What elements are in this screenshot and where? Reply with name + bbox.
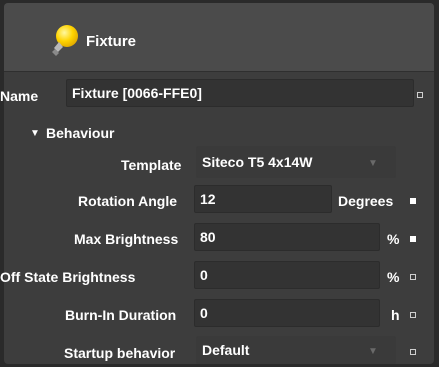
header-divider bbox=[4, 71, 434, 72]
burn-in-duration-input[interactable]: 0 bbox=[194, 299, 380, 327]
off-state-brightness-label: Off State Brightness bbox=[0, 269, 136, 285]
rotation-angle-label: Rotation Angle bbox=[78, 193, 178, 209]
rotation-angle-input[interactable]: 12 bbox=[194, 185, 332, 213]
startup-behavior-select[interactable]: Default bbox=[196, 336, 396, 364]
rotation-angle-keyframe-marker[interactable] bbox=[410, 198, 416, 204]
max-brightness-keyframe-marker[interactable] bbox=[410, 236, 416, 242]
collapse-triangle-icon[interactable]: ▼ bbox=[30, 128, 40, 139]
name-input[interactable]: Fixture [0066-FFE0] bbox=[66, 79, 414, 107]
template-dropdown-icon: ▼ bbox=[368, 158, 378, 169]
rotation-angle-unit: Degrees bbox=[338, 193, 394, 209]
off-state-brightness-unit: % bbox=[387, 269, 400, 285]
lightbulb-icon bbox=[52, 25, 78, 56]
behaviour-section-toggle[interactable]: Behaviour bbox=[46, 125, 114, 141]
name-label: Name bbox=[0, 88, 39, 104]
burn-in-duration-label: Burn-In Duration bbox=[65, 307, 177, 323]
name-keyframe-marker[interactable] bbox=[417, 92, 423, 98]
max-brightness-input[interactable]: 80 bbox=[194, 223, 380, 251]
panel-header: Fixture bbox=[4, 3, 434, 71]
burn-in-duration-unit: h bbox=[391, 307, 400, 323]
startup-behavior-keyframe-marker[interactable] bbox=[410, 349, 416, 355]
startup-behavior-label: Startup behavior bbox=[64, 345, 176, 361]
off-state-brightness-input[interactable]: 0 bbox=[194, 261, 380, 289]
panel-title: Fixture bbox=[86, 33, 137, 50]
max-brightness-unit: % bbox=[387, 231, 400, 247]
startup-behavior-dropdown-icon: ▼ bbox=[368, 346, 378, 357]
burn-in-duration-keyframe-marker[interactable] bbox=[410, 312, 416, 318]
off-state-brightness-keyframe-marker[interactable] bbox=[410, 274, 416, 280]
template-label: Template bbox=[121, 157, 182, 173]
template-select[interactable]: Siteco T5 4x14W bbox=[196, 146, 396, 178]
fixture-panel: Fixture Name Fixture [0066-FFE0] ▼ Behav… bbox=[0, 3, 434, 364]
max-brightness-label: Max Brightness bbox=[74, 231, 179, 247]
